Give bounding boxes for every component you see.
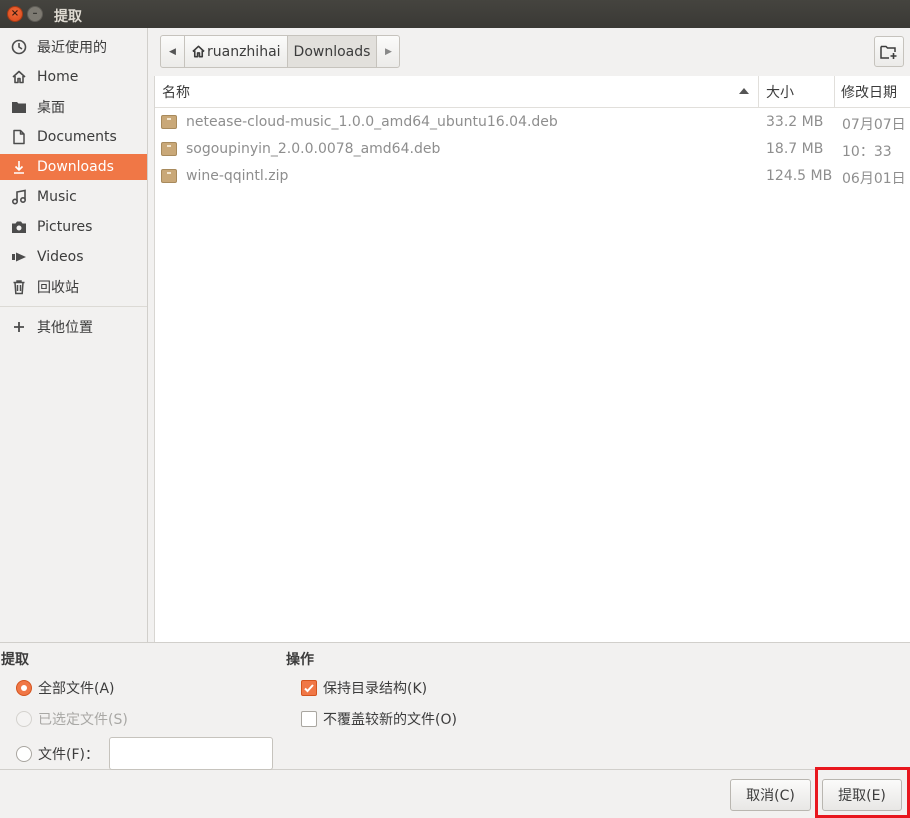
sidebar-item-label: 桌面 xyxy=(37,100,65,116)
download-icon xyxy=(10,158,28,176)
extract-button-highlight xyxy=(815,767,910,818)
package-icon xyxy=(161,142,177,156)
camera-icon xyxy=(10,218,28,236)
column-name-label: 名称 xyxy=(162,85,190,101)
keep-structure-checkbox[interactable]: 保持目录结构(K) xyxy=(301,678,427,698)
sidebar-item-downloads[interactable]: Downloads xyxy=(0,154,147,180)
files-label: 文件(F)： xyxy=(38,747,99,763)
no-overwrite-label: 不覆盖较新的文件(O) xyxy=(323,712,457,728)
sidebar-item-other-locations[interactable]: 其他位置 xyxy=(0,314,147,340)
sidebar-item-label: Downloads xyxy=(37,159,114,175)
file-list: 名称 大小 修改日期 netease-cloud-music_1.0.0_amd… xyxy=(154,76,910,642)
column-name-header[interactable]: 名称 xyxy=(162,76,758,108)
radio-selected-icon xyxy=(16,680,32,696)
file-name: wine-qqintl.zip xyxy=(186,168,289,184)
sidebar-item-label: 最近使用的 xyxy=(37,40,107,56)
sidebar-item-music[interactable]: Music xyxy=(0,184,147,210)
window-title: 提取 xyxy=(54,9,82,25)
selected-files-radio: 已选定文件(S) xyxy=(16,709,128,729)
plus-icon xyxy=(10,318,28,336)
sidebar-item-videos[interactable]: Videos xyxy=(0,244,147,270)
video-icon xyxy=(10,248,28,266)
package-icon xyxy=(161,115,177,129)
radio-disabled-icon xyxy=(16,711,32,727)
all-files-label: 全部文件(A) xyxy=(38,681,115,697)
archive-icon xyxy=(161,169,177,183)
minimize-icon[interactable]: – xyxy=(27,6,43,22)
checkbox-checked-icon xyxy=(301,680,317,696)
sidebar-item-desktop[interactable]: 桌面 xyxy=(0,94,147,120)
document-icon xyxy=(10,128,28,146)
clock-icon xyxy=(10,38,28,56)
path-back-button[interactable]: ◀ xyxy=(161,36,184,67)
sidebar: 最近使用的 Home 桌面 Documents Downloads Music xyxy=(0,28,148,642)
path-segment-home[interactable]: ruanzhihai xyxy=(184,36,287,67)
sidebar-item-trash[interactable]: 回收站 xyxy=(0,274,147,300)
sidebar-item-label: 回收站 xyxy=(37,280,79,296)
radio-unselected-icon xyxy=(16,746,32,762)
all-files-radio[interactable]: 全部文件(A) xyxy=(16,678,115,698)
sidebar-item-label: Home xyxy=(37,69,79,85)
sidebar-item-recent[interactable]: 最近使用的 xyxy=(0,34,147,60)
trash-icon xyxy=(10,278,28,296)
file-name: sogoupinyin_2.0.0.0078_amd64.deb xyxy=(186,141,441,157)
cancel-button[interactable]: 取消(C) xyxy=(730,779,811,811)
file-size: 124.5 MB xyxy=(766,168,833,184)
home-icon xyxy=(191,44,206,59)
selected-files-label: 已选定文件(S) xyxy=(38,712,128,728)
column-date-header[interactable]: 修改日期 xyxy=(834,76,910,108)
close-icon[interactable]: × xyxy=(7,6,23,22)
column-date-label: 修改日期 xyxy=(841,85,897,101)
column-header: 名称 大小 修改日期 xyxy=(155,76,910,108)
sidebar-divider xyxy=(0,306,147,307)
no-overwrite-checkbox[interactable]: 不覆盖较新的文件(O) xyxy=(301,709,457,729)
actions-section-title: 操作 xyxy=(286,652,314,668)
music-icon xyxy=(10,188,28,206)
column-size-label: 大小 xyxy=(766,85,794,101)
table-row[interactable]: sogoupinyin_2.0.0.0078_amd64.deb 18.7 MB… xyxy=(155,137,910,164)
table-row[interactable]: netease-cloud-music_1.0.0_amd64_ubuntu16… xyxy=(155,110,910,137)
file-size: 18.7 MB xyxy=(766,141,824,157)
extract-options-panel: 提取 操作 全部文件(A) 已选定文件(S) 文件(F)： 保持目录结构(K) … xyxy=(0,642,910,770)
path-forward-button[interactable]: ▶ xyxy=(376,36,399,67)
path-segment-downloads[interactable]: Downloads xyxy=(286,36,377,67)
sidebar-item-label: Music xyxy=(37,189,77,205)
files-pattern-input[interactable] xyxy=(109,737,273,770)
sidebar-item-home[interactable]: Home xyxy=(0,64,147,90)
path-segment-label: Downloads xyxy=(293,43,371,60)
column-size-header[interactable]: 大小 xyxy=(758,76,834,108)
file-date: 10：33 xyxy=(842,144,892,160)
new-folder-button[interactable] xyxy=(874,36,904,67)
file-date: 07月07日 xyxy=(842,117,906,133)
extract-section-title: 提取 xyxy=(1,652,29,668)
file-date: 06月01日 xyxy=(842,171,906,187)
checkbox-unchecked-icon xyxy=(301,711,317,727)
path-bar: ◀ ruanzhihai Downloads ▶ xyxy=(160,35,401,68)
dialog-footer: 取消(C) 提取(E) xyxy=(0,771,910,818)
path-segment-label: ruanzhihai xyxy=(207,43,281,60)
file-name: netease-cloud-music_1.0.0_amd64_ubuntu16… xyxy=(186,114,558,130)
file-size: 33.2 MB xyxy=(766,114,824,130)
sidebar-item-label: Documents xyxy=(37,129,117,145)
table-row[interactable]: wine-qqintl.zip 124.5 MB 06月01日 xyxy=(155,164,910,191)
folder-icon xyxy=(10,98,28,116)
title-bar: × – 提取 xyxy=(0,0,910,28)
files-radio[interactable]: 文件(F)： xyxy=(16,744,99,764)
keep-structure-label: 保持目录结构(K) xyxy=(323,681,428,697)
sidebar-item-documents[interactable]: Documents xyxy=(0,124,147,150)
sort-ascending-icon xyxy=(739,88,749,94)
sidebar-item-pictures[interactable]: Pictures xyxy=(0,214,147,240)
home-icon xyxy=(10,68,28,86)
sidebar-item-label: Pictures xyxy=(37,219,93,235)
new-folder-icon xyxy=(880,44,898,60)
sidebar-item-label: 其他位置 xyxy=(37,320,93,336)
sidebar-item-label: Videos xyxy=(37,249,84,265)
